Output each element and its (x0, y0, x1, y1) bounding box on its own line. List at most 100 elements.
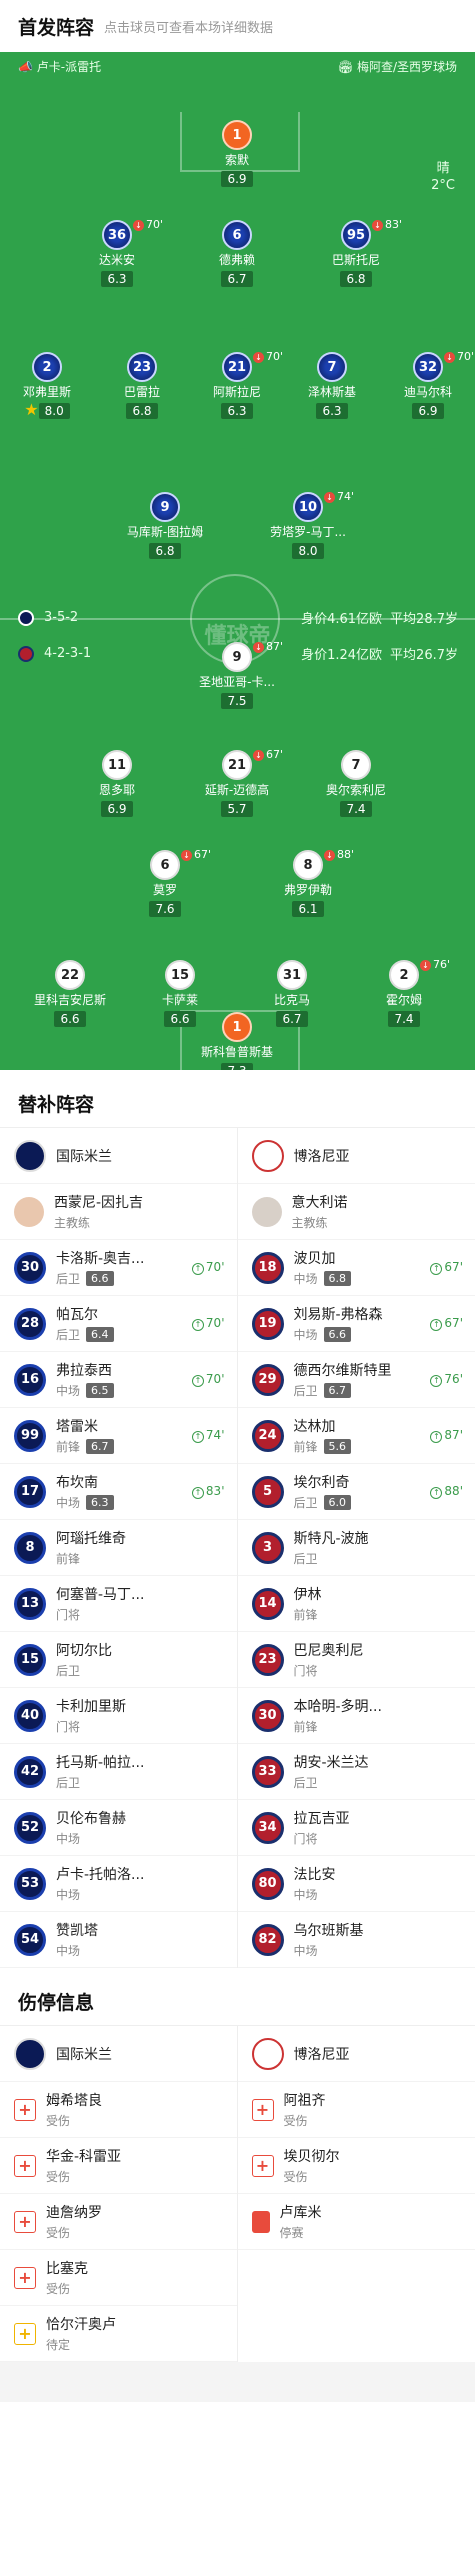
player-inter[interactable]: 6 德弗赖 6.7 (187, 220, 287, 287)
sub-player-info: 卢卡-托帕洛... 中场 (56, 1864, 144, 1903)
sub-player-row[interactable]: 54 赞凯塔 中场 (0, 1912, 237, 1968)
sub-player-info: 卡利加里斯 门将 (56, 1696, 126, 1735)
player-bol[interactable]: 2 ↓ 76' 霍尔姆 7.4 (354, 958, 454, 1027)
player-inter[interactable]: 2 邓弗里斯 ★ 8.0 (0, 352, 97, 419)
away-coach-row[interactable]: 意大利诺 主教练 (237, 1184, 475, 1240)
player-inter[interactable]: 95 ↓ 83' 巴斯托尼 6.8 (306, 218, 406, 287)
sub-time-value: 88' (337, 848, 355, 861)
player-bol[interactable]: 9 ↓ 87' 圣地亚哥-卡... 7.5 (187, 640, 287, 709)
sub-player-meta: 中场 6.8 (294, 1270, 352, 1287)
away-coach-role: 主教练 (291, 1216, 328, 1230)
injury-info: 阿祖齐 受伤 (284, 2090, 326, 2129)
subs-table: 国际米兰 西蒙尼-因扎吉 主教练 30 卡洛斯-奥吉... 后卫 6.6 ↑ 70' 28 帕瓦… (0, 1127, 475, 1968)
sub-player-row[interactable]: 34 拉瓦吉亚 门将 (237, 1800, 475, 1856)
player-bol[interactable]: 21 ↓ 67' 延斯-迈德高 5.7 (187, 748, 287, 817)
player-bol[interactable]: 22 里科吉安尼斯 6.6 (20, 960, 120, 1027)
sub-player-row[interactable]: 29 德西尔维斯特里 后卫 6.7 ↑ 76' (237, 1352, 475, 1408)
injury-row[interactable]: + 比塞克 受伤 (0, 2250, 237, 2306)
sub-in-time-value: 70' (205, 1372, 225, 1386)
sub-player-row[interactable]: 16 弗拉泰西 中场 6.5 ↑ 70' (0, 1352, 237, 1408)
sub-player-row[interactable]: 53 卢卡-托帕洛... 中场 (0, 1856, 237, 1912)
sub-player-info: 托马斯-帕拉... 后卫 (56, 1752, 144, 1791)
player-bol[interactable]: 6 ↓ 67' 莫罗 7.6 (115, 848, 215, 917)
injury-row[interactable]: + 恰尔汗奥卢 待定 (0, 2306, 237, 2362)
jersey-icon: 9 (150, 492, 180, 522)
sub-player-row[interactable]: 19 刘易斯-弗格森 中场 6.6 ↑ 67' (237, 1296, 475, 1352)
player-bol[interactable]: 8 ↓ 88' 弗罗伊勒 6.1 (258, 848, 358, 917)
home-team-row[interactable]: 国际米兰 (0, 1128, 237, 1184)
sub-player-row[interactable]: 24 达林加 前锋 5.6 ↑ 87' (237, 1408, 475, 1464)
jersey-icon: 31 (277, 960, 307, 990)
sub-player-row[interactable]: 30 本哈明-多明... 前锋 (237, 1688, 475, 1744)
sub-in-time: ↑ 87' (430, 1428, 463, 1443)
sub-player-row[interactable]: 14 伊林 前锋 (237, 1576, 475, 1632)
sub-in-time-value: 83' (205, 1484, 225, 1498)
sub-player-row[interactable]: 30 卡洛斯-奥吉... 后卫 6.6 ↑ 70' (0, 1240, 237, 1296)
sub-player-name: 法比安 (293, 1867, 336, 1883)
jersey-icon: 36 (102, 220, 132, 250)
sub-player-name: 伊林 (293, 1587, 322, 1603)
sub-in-time: ↑ 70' (191, 1316, 225, 1331)
player-name: 达米安 (98, 253, 135, 267)
sub-player-row[interactable]: 82 乌尔班斯基 中场 (237, 1912, 475, 1968)
sub-player-row[interactable]: 99 塔雷米 前锋 6.7 ↑ 74' (0, 1408, 237, 1464)
stadium-name: 梅阿查/圣西罗球场 (356, 60, 457, 74)
player-bol[interactable]: 11 恩多耶 6.9 (67, 750, 167, 817)
injury-row[interactable]: + 迪詹纳罗 受伤 (0, 2194, 237, 2250)
injury-row[interactable]: + 华金-科雷亚 受伤 (0, 2138, 237, 2194)
injury-row[interactable]: 卢库米 停赛 (237, 2194, 475, 2250)
player-inter[interactable]: 32 ↓ 70' 迪马尔科 6.9 (378, 350, 475, 419)
player-inter[interactable]: 9 马库斯-图拉姆 6.8 (115, 492, 215, 559)
inter-crest-icon (18, 609, 34, 626)
injury-row[interactable]: + 阿祖齐 受伤 (237, 2082, 475, 2138)
sub-player-row[interactable]: 13 何塞普-马丁... 门将 (0, 1576, 237, 1632)
sub-player-row[interactable]: 8 阿瑙托维奇 前锋 (0, 1520, 237, 1576)
player-inter[interactable]: 1 索默 6.9 (187, 120, 287, 187)
player-inter[interactable]: 36 ↓ 70' 达米安 6.3 (67, 218, 167, 287)
injury-row[interactable]: + 姆希塔良 受伤 (0, 2082, 237, 2138)
injury-info: 迪詹纳罗 受伤 (46, 2202, 102, 2241)
injury-row[interactable]: + 埃贝彻尔 受伤 (237, 2138, 475, 2194)
sub-in-time: ↑ 67' (430, 1316, 463, 1331)
injured-player-name: 埃贝彻尔 (283, 2149, 340, 2165)
sub-player-info: 伊林 前锋 (294, 1584, 322, 1623)
sub-player-row[interactable]: 15 阿切尔比 后卫 (0, 1632, 237, 1688)
sub-in-icon: ↑ (191, 1375, 204, 1387)
jersey-icon: 2 (389, 960, 419, 990)
sub-in-time: ↑ 74' (191, 1428, 225, 1443)
sub-player-row[interactable]: 80 法比安 中场 (237, 1856, 475, 1912)
jersey-icon: 33 (251, 1755, 284, 1788)
player-inter[interactable]: 7 泽林斯基 6.3 (282, 352, 382, 419)
sub-player-row[interactable]: 17 布坎南 中场 6.3 ↑ 83' (0, 1464, 237, 1520)
player-bol[interactable]: 7 奥尔索利尼 7.4 (306, 750, 406, 817)
sub-player-row[interactable]: 23 巴尼奥利尼 门将 (237, 1632, 475, 1688)
injury-status: 受伤 (46, 2282, 71, 2296)
sub-player-row[interactable]: 40 卡利加里斯 门将 (0, 1688, 237, 1744)
sub-player-row[interactable]: 42 托马斯-帕拉... 后卫 (0, 1744, 237, 1800)
sub-player-row[interactable]: 5 埃尔利奇 后卫 6.0 ↑ 88' (237, 1464, 475, 1520)
player-inter[interactable]: 23 巴雷拉 6.8 (92, 352, 192, 419)
player-inter[interactable]: 10 ↓ 74' 劳塔罗-马丁... 8.0 (258, 490, 358, 559)
injury-status: 受伤 (283, 2170, 308, 2184)
home-coach-row[interactable]: 西蒙尼-因扎吉 主教练 (0, 1184, 237, 1240)
sub-time-value: 70' (146, 218, 164, 231)
player-bol[interactable]: 1 斯科鲁普斯基 7.3 (187, 1012, 287, 1070)
jersey-icon: 23 (251, 1643, 284, 1676)
sub-time-value: 76' (433, 958, 451, 971)
sub-player-row[interactable]: 52 贝伦布鲁赫 中场 (0, 1800, 237, 1856)
sub-player-info: 斯特凡-波施 后卫 (294, 1528, 369, 1567)
player-inter[interactable]: 21 ↓ 70' 阿斯拉尼 6.3 (187, 350, 287, 419)
bologna-formation: 4-2-3-1 (44, 646, 92, 661)
away-team-row[interactable]: 博洛尼亚 (237, 1128, 475, 1184)
sub-player-row[interactable]: 33 胡安-米兰达 后卫 (237, 1744, 475, 1800)
player-rating: 7.3 (221, 1063, 253, 1070)
sub-player-position: 后卫 (56, 1328, 81, 1342)
player-rating: 6.3 (101, 271, 133, 287)
inter-formation: 3-5-2 (44, 610, 79, 625)
sub-player-row[interactable]: 18 波贝加 中场 6.8 ↑ 67' (237, 1240, 475, 1296)
injured-player-name: 恰尔汗奥卢 (46, 2317, 116, 2333)
jersey-icon: 6 (150, 850, 180, 880)
sub-player-row[interactable]: 3 斯特凡-波施 后卫 (237, 1520, 475, 1576)
sub-player-row[interactable]: 28 帕瓦尔 后卫 6.4 ↑ 70' (0, 1296, 237, 1352)
injury-title: 伤停信息 (18, 1992, 95, 2014)
